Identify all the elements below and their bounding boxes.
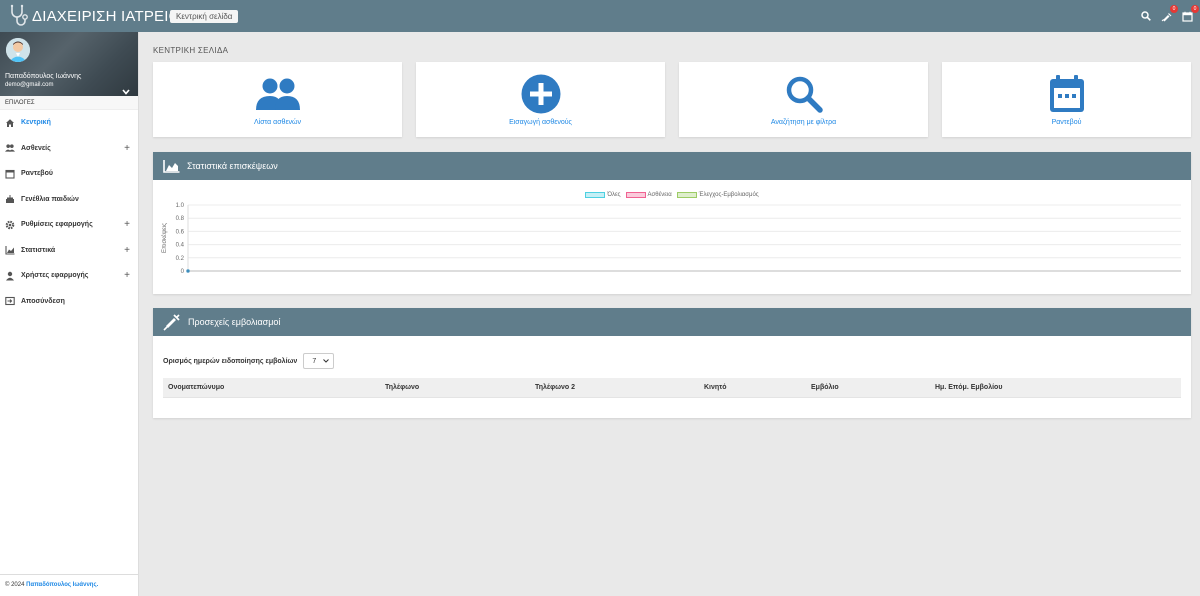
expand-plus-icon[interactable]: + bbox=[124, 143, 133, 154]
card-add-patient[interactable]: Εισαγωγή ασθενούς bbox=[416, 62, 665, 137]
y-tick-label: 1.0 bbox=[176, 203, 185, 209]
visits-chart: Όλες Ασθένεια Έλεγχος-Εμβολιασμός 0 0.2 0.4 0… bbox=[153, 180, 1191, 293]
home-icon bbox=[5, 118, 15, 128]
expand-plus-icon[interactable]: + bbox=[124, 270, 133, 281]
column-header-mobile[interactable]: Κινητό bbox=[699, 378, 806, 398]
calendar-icon bbox=[1182, 11, 1193, 22]
vaccines-table: Ονοματεπώνυμο Τηλέφωνο Τηλέφωνο 2 Κινητό… bbox=[163, 378, 1181, 398]
data-point bbox=[186, 269, 190, 273]
sidebar-item-appointments[interactable]: Ραντεβού bbox=[0, 161, 138, 187]
user-profile: Παπαδόπουλος Ιωάννης demo@gmail.com bbox=[0, 32, 138, 96]
sidebar-item-label: Χρήστες εφαρμογής bbox=[21, 272, 89, 280]
stats-panel: Στατιστικά επισκέψεων Όλες Ασθένεια Έλεγχο… bbox=[153, 152, 1191, 294]
sidebar-item-label: Ασθενείς bbox=[21, 144, 51, 152]
brand[interactable]: ΔΙΑΧΕΙΡΙΣΗ ΙΑΤΡΕΙΟΥ bbox=[0, 4, 190, 28]
stats-panel-header: Στατιστικά επισκέψεων bbox=[153, 152, 1191, 180]
vaccines-panel-header: Προσεχείς εμβολιασμοί bbox=[153, 308, 1191, 336]
y-tick-label: 0.2 bbox=[176, 256, 185, 262]
user-email: demo@gmail.com bbox=[5, 82, 54, 88]
syringe-icon bbox=[1161, 12, 1172, 21]
table-header-row: Ονοματεπώνυμο Τηλέφωνο Τηλέφωνο 2 Κινητό… bbox=[163, 378, 1181, 398]
sidebar-item-label: Ρυθμίσεις εφαρμογής bbox=[21, 221, 93, 229]
search-icon bbox=[785, 74, 823, 114]
expand-plus-icon[interactable]: + bbox=[124, 219, 133, 230]
sidebar-item-logout[interactable]: Αποσύνδεση bbox=[0, 289, 138, 315]
stethoscope-icon bbox=[8, 4, 28, 28]
main-content: ΚΕΝΤΡΙΚΗ ΣΕΛΙΔΑ Λίστα ασθενών Εισαγωγή α… bbox=[139, 32, 1200, 596]
copyright-text: © 2024 bbox=[5, 582, 25, 588]
sidebar-item-label: Στατιστικά bbox=[21, 246, 56, 254]
sidebar-item-birthdays[interactable]: Γενέθλια παιδιών bbox=[0, 187, 138, 213]
vaccines-panel-title: Προσεχείς εμβολιασμοί bbox=[188, 317, 281, 327]
sidebar-item-patients[interactable]: Ασθενείς + bbox=[0, 136, 138, 162]
logout-icon bbox=[5, 296, 15, 306]
notification-days-select[interactable]: 7 bbox=[303, 353, 335, 369]
vaccine-notifications-button[interactable]: 0 bbox=[1160, 4, 1178, 23]
search-button[interactable] bbox=[1139, 10, 1152, 23]
sidebar-item-statistics[interactable]: Στατιστικά + bbox=[0, 238, 138, 264]
visits-chart-svg: 0 0.2 0.4 0.6 0.8 1.0 Επισκέψεις bbox=[161, 203, 1181, 275]
syringe-icon bbox=[163, 313, 181, 331]
y-tick-label: 0.6 bbox=[176, 229, 185, 235]
top-bar: ΔΙΑΧΕΙΡΙΣΗ ΙΑΤΡΕΙΟΥ Κεντρική σελίδα 0 0 bbox=[0, 0, 1200, 32]
footer-author-link[interactable]: Παπαδόπουλος Ιωάννης. bbox=[26, 582, 98, 588]
chevron-down-icon[interactable] bbox=[122, 82, 130, 100]
column-header-vaccine[interactable]: Εμβόλιο bbox=[806, 378, 930, 398]
area-chart-icon bbox=[163, 159, 180, 173]
chevron-down-icon bbox=[323, 359, 330, 363]
calendar-notification-count: 0 bbox=[1191, 4, 1199, 13]
expand-plus-icon[interactable]: + bbox=[124, 245, 133, 256]
cake-icon bbox=[5, 194, 15, 204]
column-header-next-vaccine-date[interactable]: Ημ. Επόμ. Εμβολίου bbox=[930, 378, 1181, 398]
card-patient-list[interactable]: Λίστα ασθενών bbox=[153, 62, 402, 137]
notification-days-value: 7 bbox=[312, 357, 317, 365]
vaccine-filter: Ορισμός ημερών ειδοποίησης εμβολίων 7 bbox=[153, 336, 1191, 369]
card-filter-search[interactable]: Αναζήτηση με φίλτρα bbox=[679, 62, 928, 137]
home-badge[interactable]: Κεντρική σελίδα bbox=[170, 9, 239, 23]
card-appointments[interactable]: Ραντεβού bbox=[942, 62, 1191, 137]
card-label: Εισαγωγή ασθενούς bbox=[509, 119, 572, 126]
y-tick-label: 0.8 bbox=[176, 216, 185, 222]
y-tick-label: 0.4 bbox=[176, 243, 185, 249]
sidebar-item-label: Γενέθλια παιδιών bbox=[21, 195, 79, 203]
sidebar-item-users[interactable]: Χρήστες εφαρμογής + bbox=[0, 263, 138, 289]
column-header-phone2[interactable]: Τηλέφωνο 2 bbox=[530, 378, 699, 398]
y-tick-label: 0 bbox=[181, 269, 185, 275]
calendar-icon bbox=[1048, 74, 1086, 114]
stats-panel-title: Στατιστικά επισκέψεων bbox=[187, 161, 278, 171]
user-icon bbox=[5, 271, 15, 281]
sidebar-item-label: Αποσύνδεση bbox=[21, 297, 65, 305]
calendar-icon bbox=[5, 169, 15, 179]
gear-icon bbox=[5, 220, 15, 230]
sidebar-item-label: Κεντρική bbox=[21, 119, 51, 127]
y-axis-label: Επισκέψεις bbox=[161, 223, 168, 253]
vaccines-panel: Προσεχείς εμβολιασμοί Ορισμός ημερών ειδ… bbox=[153, 308, 1191, 418]
avatar bbox=[6, 38, 30, 62]
options-header: ΕΠΙΛΟΓΕΣ bbox=[0, 96, 138, 110]
sidebar-menu: Κεντρική Ασθενείς + Ραντεβού Γενέθλια πα… bbox=[0, 110, 138, 314]
calendar-notifications-button[interactable]: 0 bbox=[1181, 4, 1199, 23]
app-title: ΔΙΑΧΕΙΡΙΣΗ ΙΑΤΡΕΙΟΥ bbox=[32, 7, 191, 25]
card-label: Λίστα ασθενών bbox=[253, 119, 302, 126]
search-icon bbox=[1140, 11, 1151, 21]
vaccine-notification-count: 0 bbox=[1170, 4, 1178, 13]
vaccine-filter-label: Ορισμός ημερών ειδοποίησης εμβολίων bbox=[163, 357, 298, 365]
user-name: Παπαδόπουλος Ιωάννης bbox=[5, 73, 82, 80]
sidebar-item-settings[interactable]: Ρυθμίσεις εφαρμογής + bbox=[0, 212, 138, 238]
column-header-name[interactable]: Ονοματεπώνυμο bbox=[163, 378, 380, 398]
card-label: Αναζήτηση με φίλτρα bbox=[770, 119, 837, 126]
sidebar: Παπαδόπουλος Ιωάννης demo@gmail.com ΕΠΙΛ… bbox=[0, 32, 139, 596]
users-icon bbox=[255, 74, 301, 114]
sidebar-item-home[interactable]: Κεντρική bbox=[0, 110, 138, 136]
card-label: Ραντεβού bbox=[1051, 119, 1082, 126]
users-icon bbox=[5, 143, 15, 153]
column-header-phone[interactable]: Τηλέφωνο bbox=[380, 378, 530, 398]
plus-circle-icon bbox=[521, 74, 561, 114]
sidebar-item-label: Ραντεβού bbox=[21, 170, 53, 178]
chart-icon bbox=[5, 245, 15, 255]
page-title: ΚΕΝΤΡΙΚΗ ΣΕΛΙΔΑ bbox=[153, 46, 229, 55]
sidebar-footer: © 2024 Παπαδόπουλος Ιωάννης. bbox=[0, 574, 139, 596]
